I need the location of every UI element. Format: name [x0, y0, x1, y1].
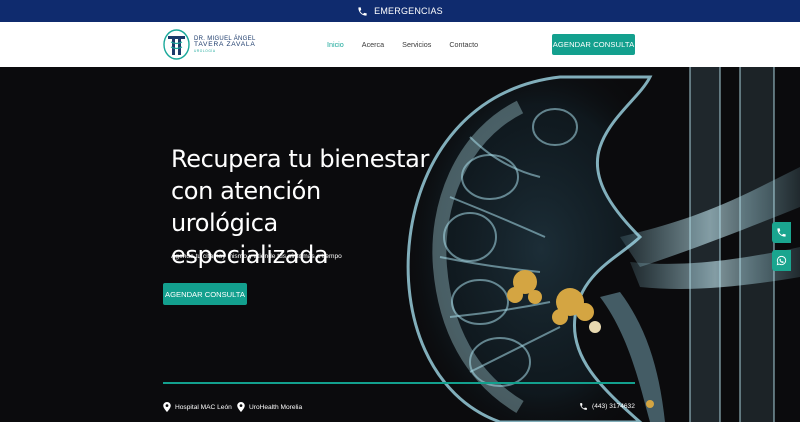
location-item[interactable]: Hospital MAC León	[163, 402, 232, 412]
phone-icon	[580, 403, 587, 410]
hero-divider	[163, 382, 635, 384]
hero-section: Recupera tu bienestar con atención uroló…	[0, 67, 800, 422]
location-item[interactable]: UroHealth Morelia	[237, 402, 302, 412]
main-nav: Inicio Acerca Servicios Contacto	[327, 40, 478, 49]
floating-whatsapp-button[interactable]	[772, 250, 791, 271]
phone-icon	[777, 228, 786, 237]
logo-line-2: TAVERA ZAVALA	[194, 40, 256, 48]
phone-icon	[358, 6, 367, 16]
location-pin-icon	[163, 402, 171, 412]
hero-subline: Agenda tu cita hoy mismo y atiende tus s…	[171, 253, 342, 260]
logo[interactable]: DR. MIGUEL ÁNGEL TAVERA ZAVALA UROLOGÍA	[163, 29, 256, 60]
caduceus-logo-icon	[163, 29, 190, 60]
logo-line-3: UROLOGÍA	[194, 49, 216, 54]
contact-phone[interactable]: (443) 3174632	[579, 402, 635, 411]
location-label: Hospital MAC León	[175, 403, 232, 411]
nav-item-servicios[interactable]: Servicios	[402, 40, 431, 49]
hero-schedule-button[interactable]: AGENDAR CONSULTA	[163, 283, 247, 305]
nav-item-inicio[interactable]: Inicio	[327, 40, 344, 49]
emergency-label: EMERGENCIAS	[374, 6, 443, 16]
floating-call-button[interactable]	[772, 222, 791, 243]
whatsapp-icon	[776, 255, 787, 266]
location-pin-icon	[237, 402, 245, 412]
hero-headline-line-1: Recupera tu bienestar	[171, 145, 429, 173]
location-label: UroHealth Morelia	[249, 403, 303, 411]
site-header: DR. MIGUEL ÁNGEL TAVERA ZAVALA UROLOGÍA …	[0, 22, 800, 67]
hero-headline-line-2: con atención urológica	[171, 177, 321, 237]
header-schedule-button[interactable]: AGENDAR CONSULTA	[552, 34, 635, 55]
nav-item-contacto[interactable]: Contacto	[449, 40, 478, 49]
emergency-bar[interactable]: EMERGENCIAS	[0, 0, 800, 22]
nav-item-acerca[interactable]: Acerca	[362, 40, 384, 49]
phone-number: (443) 3174632	[592, 403, 635, 410]
logo-text: DR. MIGUEL ÁNGEL TAVERA ZAVALA UROLOGÍA	[194, 36, 256, 54]
hero-headline: Recupera tu bienestar con atención uroló…	[171, 143, 431, 271]
